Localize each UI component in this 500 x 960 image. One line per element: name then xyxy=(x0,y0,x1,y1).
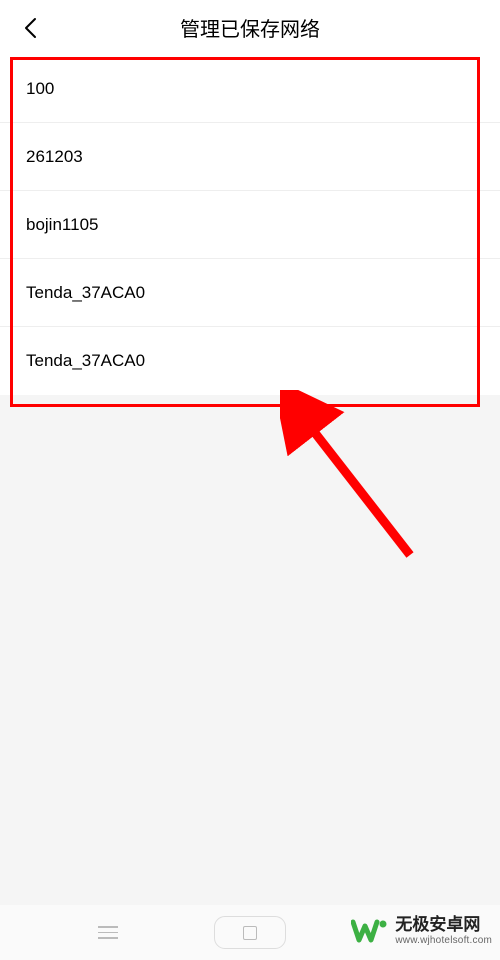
page-title: 管理已保存网络 xyxy=(0,13,500,42)
network-item[interactable]: 100 xyxy=(0,55,500,123)
network-name: Tenda_37ACA0 xyxy=(26,283,145,303)
watermark-name: 无极安卓网 xyxy=(395,916,492,935)
chevron-left-icon xyxy=(23,17,37,39)
header-bar: 管理已保存网络 xyxy=(0,0,500,55)
menu-icon xyxy=(98,926,118,939)
nav-menu-button[interactable] xyxy=(78,915,138,951)
network-name: bojin1105 xyxy=(26,215,98,235)
watermark-text: 无极安卓网 www.wjhotelsoft.com xyxy=(395,916,492,946)
watermark-url: www.wjhotelsoft.com xyxy=(395,935,492,946)
network-name: Tenda_37ACA0 xyxy=(26,351,145,371)
nav-home-button[interactable] xyxy=(214,916,286,949)
network-item[interactable]: Tenda_37ACA0 xyxy=(0,259,500,327)
back-button[interactable] xyxy=(18,16,42,40)
home-icon xyxy=(243,926,257,940)
network-name: 261203 xyxy=(26,147,83,167)
watermark: 无极安卓网 www.wjhotelsoft.com xyxy=(351,914,492,948)
annotation-arrow xyxy=(280,390,430,570)
network-item[interactable]: 261203 xyxy=(0,123,500,191)
network-name: 100 xyxy=(26,79,54,99)
watermark-logo-icon xyxy=(351,914,389,948)
network-item[interactable]: bojin1105 xyxy=(0,191,500,259)
saved-network-list: 100 261203 bojin1105 Tenda_37ACA0 Tenda_… xyxy=(0,55,500,395)
network-item[interactable]: Tenda_37ACA0 xyxy=(0,327,500,395)
